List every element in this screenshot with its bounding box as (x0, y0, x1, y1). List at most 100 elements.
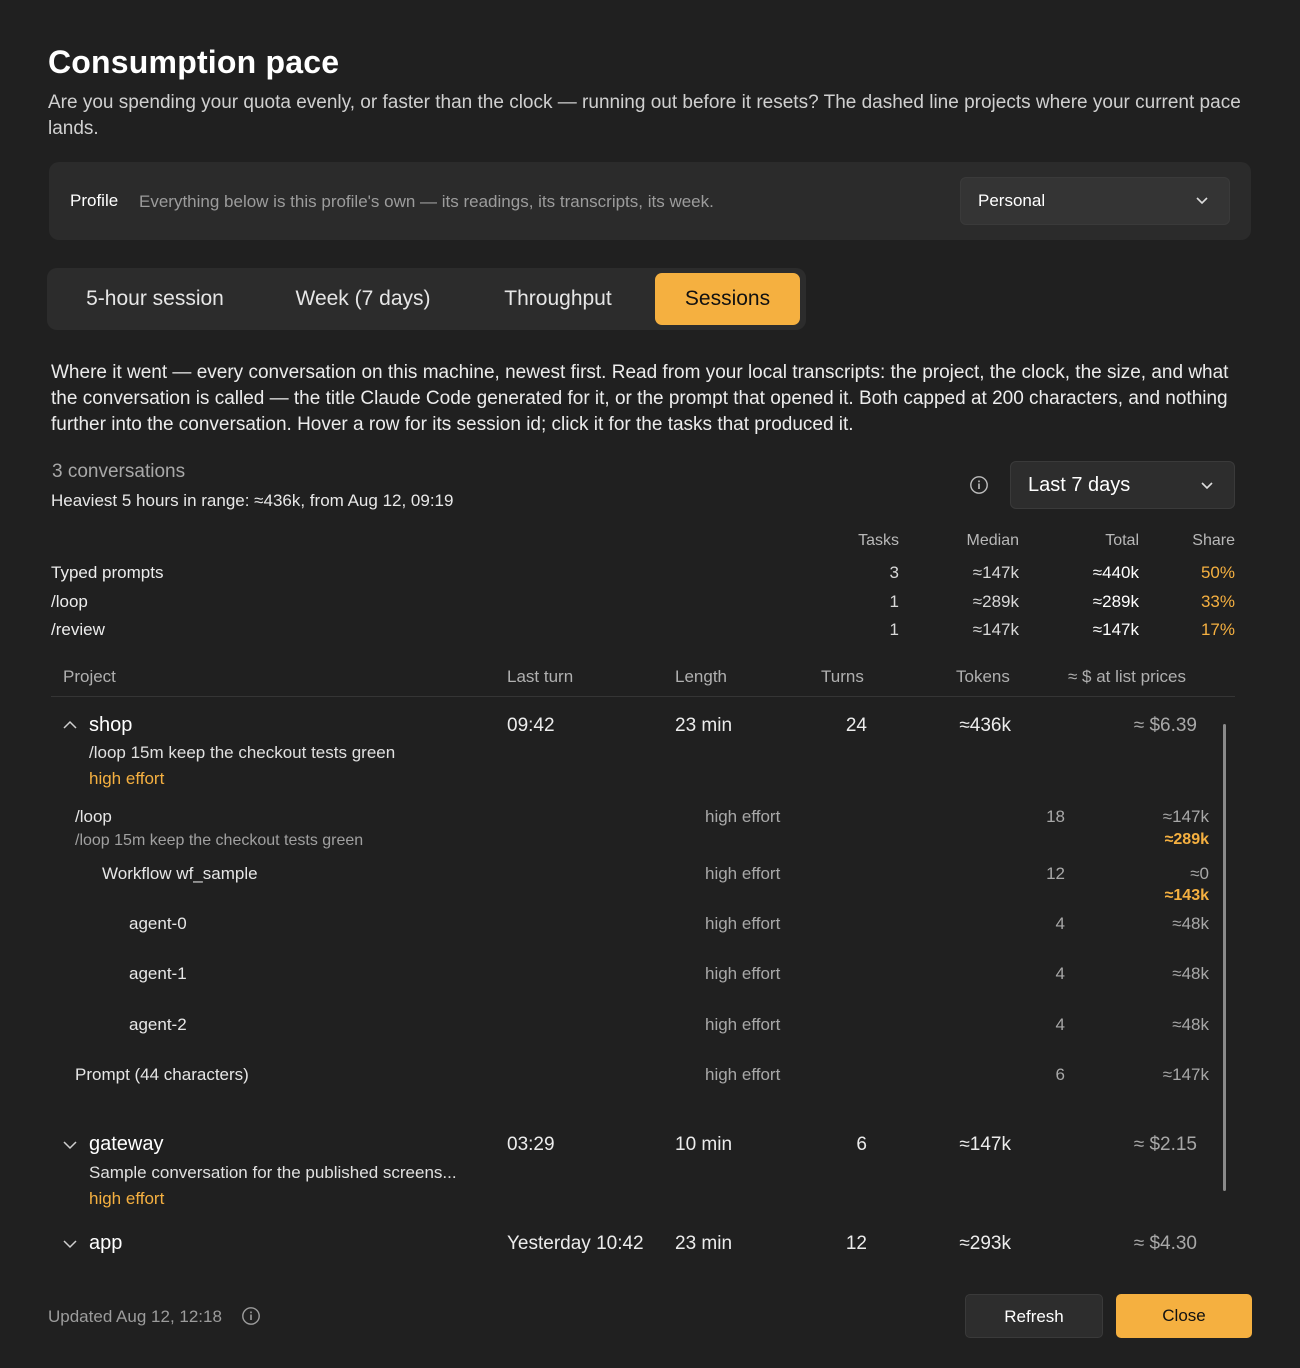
project-cost: ≈ $4.30 (1133, 1233, 1197, 1254)
summary-total: ≈289k (1092, 592, 1139, 611)
heaviest-window: Heaviest 5 hours in range: ≈436k, from A… (51, 491, 454, 510)
summary-label: Typed prompts (51, 563, 164, 582)
tab-bar: 5-hour session Week (7 days) Throughput … (47, 268, 806, 330)
task-turns: 4 (1055, 914, 1065, 933)
project-cost: ≈ $6.39 (1133, 715, 1197, 736)
project-subtitle: Sample conversation for the published sc… (89, 1163, 457, 1182)
task-effort: high effort (705, 1065, 781, 1084)
task-effort: high effort (705, 964, 781, 983)
summary-tasks: 3 (889, 563, 899, 582)
task-effort: high effort (705, 864, 781, 883)
task-effort: high effort (705, 1015, 781, 1034)
project-last-turn: 09:42 (507, 715, 555, 736)
column-header-project[interactable]: Project (63, 667, 116, 687)
task-name: agent-2 (129, 1015, 187, 1034)
project-length: 10 min (675, 1134, 733, 1155)
chevron-down-icon[interactable] (62, 1237, 78, 1255)
task-tokens: ≈48k (1172, 1015, 1209, 1034)
profile-select-value: Personal (978, 191, 1046, 210)
task-turns: 4 (1055, 964, 1065, 983)
summary-total: ≈440k (1092, 563, 1139, 582)
project-length: 23 min (675, 1233, 733, 1254)
project-tokens: ≈147k (959, 1134, 1011, 1155)
task-name: /loop (75, 807, 112, 826)
summary-tasks: 1 (889, 620, 899, 639)
range-select[interactable]: Last 7 days (1010, 461, 1235, 509)
task-tokens-total: ≈289k (1164, 831, 1209, 848)
project-last-turn: 03:29 (507, 1134, 555, 1155)
sessions-description: Where it went — every conversation on th… (51, 362, 1229, 435)
project-turns: 12 (845, 1233, 867, 1254)
task-turns: 18 (1046, 807, 1065, 826)
header-divider (51, 696, 1235, 697)
task-subtitle: /loop 15m keep the checkout tests green (75, 832, 364, 849)
chevron-down-icon (1195, 196, 1209, 206)
project-turns: 6 (856, 1134, 867, 1155)
chevron-down-icon[interactable] (62, 1138, 78, 1156)
task-name: agent-0 (129, 914, 187, 933)
task-tokens: ≈48k (1172, 964, 1209, 983)
chevron-down-icon (1200, 481, 1214, 491)
column-header-turns[interactable]: Turns (821, 667, 864, 687)
summary-share: 33% (1200, 592, 1235, 611)
project-name: shop (89, 714, 133, 736)
info-icon[interactable] (969, 475, 989, 495)
summary-header-tasks: Tasks (858, 532, 899, 549)
summary-header-median: Median (966, 532, 1019, 549)
task-name: agent-1 (129, 964, 187, 983)
refresh-button[interactable]: Refresh (965, 1294, 1103, 1338)
task-effort: high effort (705, 807, 781, 826)
profile-label: Profile (70, 191, 119, 210)
task-tokens-total: ≈143k (1164, 887, 1209, 904)
project-tokens: ≈293k (959, 1233, 1011, 1254)
conversation-count: 3 conversations (52, 461, 186, 482)
effort-badge: high effort (89, 1189, 165, 1208)
updated-timestamp: Updated Aug 12, 12:18 (48, 1307, 222, 1326)
tab-throughput[interactable]: Throughput (475, 273, 641, 325)
column-header-length[interactable]: Length (675, 667, 727, 687)
close-button[interactable]: Close (1116, 1294, 1252, 1338)
task-tokens: ≈147k (1162, 807, 1209, 826)
summary-label: /review (51, 620, 105, 639)
task-tokens: ≈147k (1162, 1065, 1209, 1084)
effort-badge: high effort (89, 769, 165, 788)
summary-share: 50% (1200, 563, 1235, 582)
task-tokens: ≈48k (1172, 914, 1209, 933)
summary-median: ≈147k (972, 563, 1019, 582)
task-tokens: ≈0 (1190, 864, 1209, 883)
project-name: app (89, 1232, 123, 1254)
summary-header-share: Share (1192, 532, 1235, 549)
chevron-up-icon[interactable] (62, 718, 78, 736)
task-name: Workflow wf_sample (102, 864, 258, 883)
project-last-turn: Yesterday 10:42 (507, 1233, 644, 1254)
column-header-tokens[interactable]: Tokens (956, 667, 1010, 687)
project-subtitle: /loop 15m keep the checkout tests green (89, 743, 396, 762)
task-effort: high effort (705, 914, 781, 933)
project-length: 23 min (675, 715, 733, 736)
range-select-value: Last 7 days (1028, 474, 1131, 496)
column-header-last-turn[interactable]: Last turn (507, 667, 573, 687)
column-header-cost[interactable]: ≈ $ at list prices (1068, 667, 1186, 687)
summary-label: /loop (51, 592, 88, 611)
page-subtitle: Are you spending your quota evenly, or f… (48, 92, 1241, 139)
summary-total: ≈147k (1092, 620, 1139, 639)
project-turns: 24 (845, 715, 867, 736)
scrollbar[interactable] (1223, 724, 1226, 1191)
profile-description: Everything below is this profile's own —… (139, 192, 714, 211)
task-turns: 4 (1055, 1015, 1065, 1034)
task-name: Prompt (44 characters) (75, 1065, 249, 1084)
task-turns: 12 (1046, 864, 1065, 883)
project-cost: ≈ $2.15 (1133, 1134, 1197, 1155)
summary-header-total: Total (1105, 532, 1139, 549)
summary-share: 17% (1200, 620, 1235, 639)
tab-sessions[interactable]: Sessions (655, 273, 800, 325)
project-tokens: ≈436k (959, 715, 1011, 736)
summary-median: ≈289k (972, 592, 1019, 611)
tab-week[interactable]: Week (7 days) (271, 273, 455, 325)
page-title: Consumption pace (48, 44, 340, 80)
profile-select[interactable]: Personal (960, 177, 1230, 225)
summary-tasks: 1 (889, 592, 899, 611)
tab-5-hour-session[interactable]: 5-hour session (59, 273, 251, 325)
summary-median: ≈147k (972, 620, 1019, 639)
info-icon[interactable] (241, 1306, 261, 1326)
